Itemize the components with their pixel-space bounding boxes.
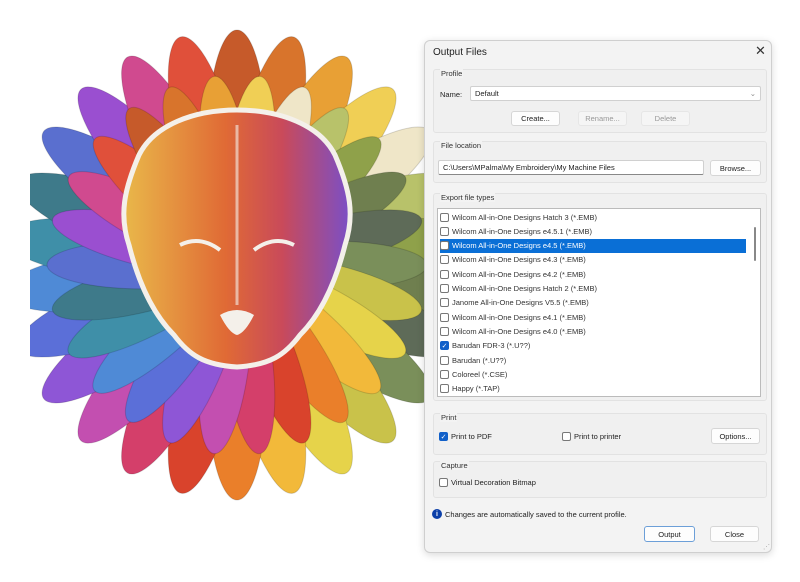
export-file-types-list[interactable]: Wilcom All-in-One Designs Hatch 3 (*.EMB… — [437, 208, 761, 397]
virtual-decoration-label: Virtual Decoration Bitmap — [451, 478, 536, 487]
capture-group-label: Capture — [440, 461, 469, 470]
profile-group-label: Profile — [440, 69, 464, 78]
file-type-item[interactable]: Wilcom All-in-One Designs e4.3 (*.EMB) — [440, 253, 746, 267]
print-to-printer-label: Print to printer — [574, 432, 622, 441]
print-to-pdf-label: Print to PDF — [451, 432, 492, 441]
checkbox-icon[interactable] — [440, 241, 449, 251]
capture-group: Capture Virtual Decoration Bitmap — [433, 461, 767, 498]
close-icon[interactable]: ✕ — [755, 43, 766, 59]
checkbox-icon[interactable] — [440, 369, 449, 379]
info-message: i Changes are automatically saved to the… — [432, 509, 627, 519]
print-group: Print ✓ Print to PDF Print to printer Opt… — [433, 413, 767, 455]
file-type-label: Wilcom All-in-One Designs e4.5.1 (*.EMB) — [452, 226, 593, 236]
file-type-item[interactable]: Wilcom All-in-One Designs e4.2 (*.EMB) — [440, 267, 746, 281]
file-type-item[interactable]: Coloreel (*.CSE) — [440, 367, 746, 381]
virtual-decoration-checkbox[interactable]: Virtual Decoration Bitmap — [439, 478, 536, 487]
checkbox-icon[interactable] — [440, 226, 449, 236]
checkbox-icon[interactable] — [440, 269, 449, 279]
file-type-item[interactable]: Wilcom All-in-One Designs e4.5 (*.EMB) — [440, 238, 746, 253]
file-type-item[interactable]: Wilcom All-in-One Designs Hatch 3 (*.EMB… — [440, 210, 746, 224]
file-type-item[interactable]: Wilcom All-in-One Designs e4.0 (*.EMB) — [440, 324, 746, 338]
file-location-input[interactable]: C:\Users\MPalma\My Embroidery\My Machine… — [438, 160, 704, 175]
close-button[interactable]: Close — [710, 526, 759, 542]
checkbox-icon[interactable] — [440, 298, 449, 308]
info-text: Changes are automatically saved to the c… — [445, 509, 627, 519]
checkbox-icon[interactable] — [440, 255, 449, 265]
checkbox-icon — [439, 478, 448, 487]
file-type-label: Wilcom All-in-One Designs e4.1 (*.EMB) — [452, 312, 586, 322]
print-group-label: Print — [440, 413, 458, 422]
dialog-title: Output Files — [433, 47, 487, 58]
chevron-down-icon: ⌄ — [749, 89, 756, 98]
export-file-types-label: Export file types — [440, 193, 496, 202]
checkbox-icon[interactable] — [440, 355, 449, 365]
output-files-dialog: Output Files ✕ Profile Name: Default ⌄ C… — [424, 40, 772, 553]
lion-embroidery-image — [30, 29, 450, 501]
file-type-item[interactable]: Janome All-in-One Designs V5.5 (*.EMB) — [440, 296, 746, 310]
file-type-item[interactable]: Wilcom All-in-One Designs e4.5.1 (*.EMB) — [440, 224, 746, 238]
print-to-printer-checkbox[interactable]: Print to printer — [562, 432, 621, 441]
file-type-item[interactable]: Wilcom All-in-One Designs e4.1 (*.EMB) — [440, 310, 746, 324]
profile-name-select[interactable]: Default ⌄ — [470, 86, 761, 101]
file-location-label: File location — [440, 141, 483, 150]
file-type-item[interactable]: Happy (*.TAP) — [440, 382, 746, 396]
file-type-label: Wilcom All-in-One Designs e4.0 (*.EMB) — [452, 326, 586, 336]
file-type-label: Wilcom All-in-One Designs e4.2 (*.EMB) — [452, 269, 586, 279]
rename-button[interactable]: Rename... — [578, 111, 627, 126]
create-button[interactable]: Create... — [511, 111, 560, 126]
name-label: Name: — [440, 90, 463, 99]
resize-grip-icon[interactable]: ⋰ — [763, 543, 770, 551]
file-type-label: Barudan FDR-3 (*.U??) — [452, 341, 531, 351]
options-button[interactable]: Options... — [711, 428, 760, 444]
checkbox-icon[interactable] — [440, 326, 449, 336]
checkbox-icon[interactable] — [440, 212, 449, 222]
file-type-label: Wilcom All-in-One Designs e4.5 (*.EMB) — [452, 241, 586, 251]
file-type-label: Wilcom All-in-One Designs Hatch 2 (*.EMB… — [452, 284, 598, 293]
output-button[interactable]: Output — [644, 526, 695, 542]
checkbox-checked-icon: ✓ — [439, 432, 448, 441]
file-type-item[interactable]: ✓ Barudan FDR-3 (*.U??) — [440, 339, 746, 353]
file-location-group: File location C:\Users\MPalma\My Embroid… — [433, 141, 767, 183]
file-type-label: Janome All-in-One Designs V5.5 (*.EMB) — [452, 298, 589, 308]
file-type-item[interactable]: Wilcom All-in-One Designs Hatch 2 (*.EMB… — [440, 282, 746, 296]
checkbox-icon[interactable] — [440, 384, 449, 394]
checkbox-icon[interactable] — [440, 312, 449, 322]
info-icon: i — [432, 509, 442, 519]
checkbox-icon[interactable] — [440, 284, 449, 293]
list-scrollbar[interactable] — [754, 227, 756, 261]
file-type-label: Coloreel (*.CSE) — [452, 369, 508, 379]
delete-button[interactable]: Delete — [641, 111, 690, 126]
print-to-pdf-checkbox[interactable]: ✓ Print to PDF — [439, 432, 492, 441]
checkbox-checked-icon[interactable]: ✓ — [440, 341, 449, 351]
file-type-label: Wilcom All-in-One Designs e4.3 (*.EMB) — [452, 255, 586, 265]
checkbox-icon — [562, 432, 571, 441]
browse-button[interactable]: Browse... — [710, 160, 761, 176]
profile-name-value: Default — [475, 89, 499, 98]
file-type-label: Wilcom All-in-One Designs Hatch 3 (*.EMB… — [452, 212, 598, 222]
profile-group: Profile Name: Default ⌄ Create... Rename… — [433, 69, 767, 133]
file-type-item[interactable]: Barudan (*.U??) — [440, 353, 746, 367]
file-type-label: Barudan (*.U??) — [452, 355, 507, 365]
file-type-label: Happy (*.TAP) — [452, 384, 500, 394]
